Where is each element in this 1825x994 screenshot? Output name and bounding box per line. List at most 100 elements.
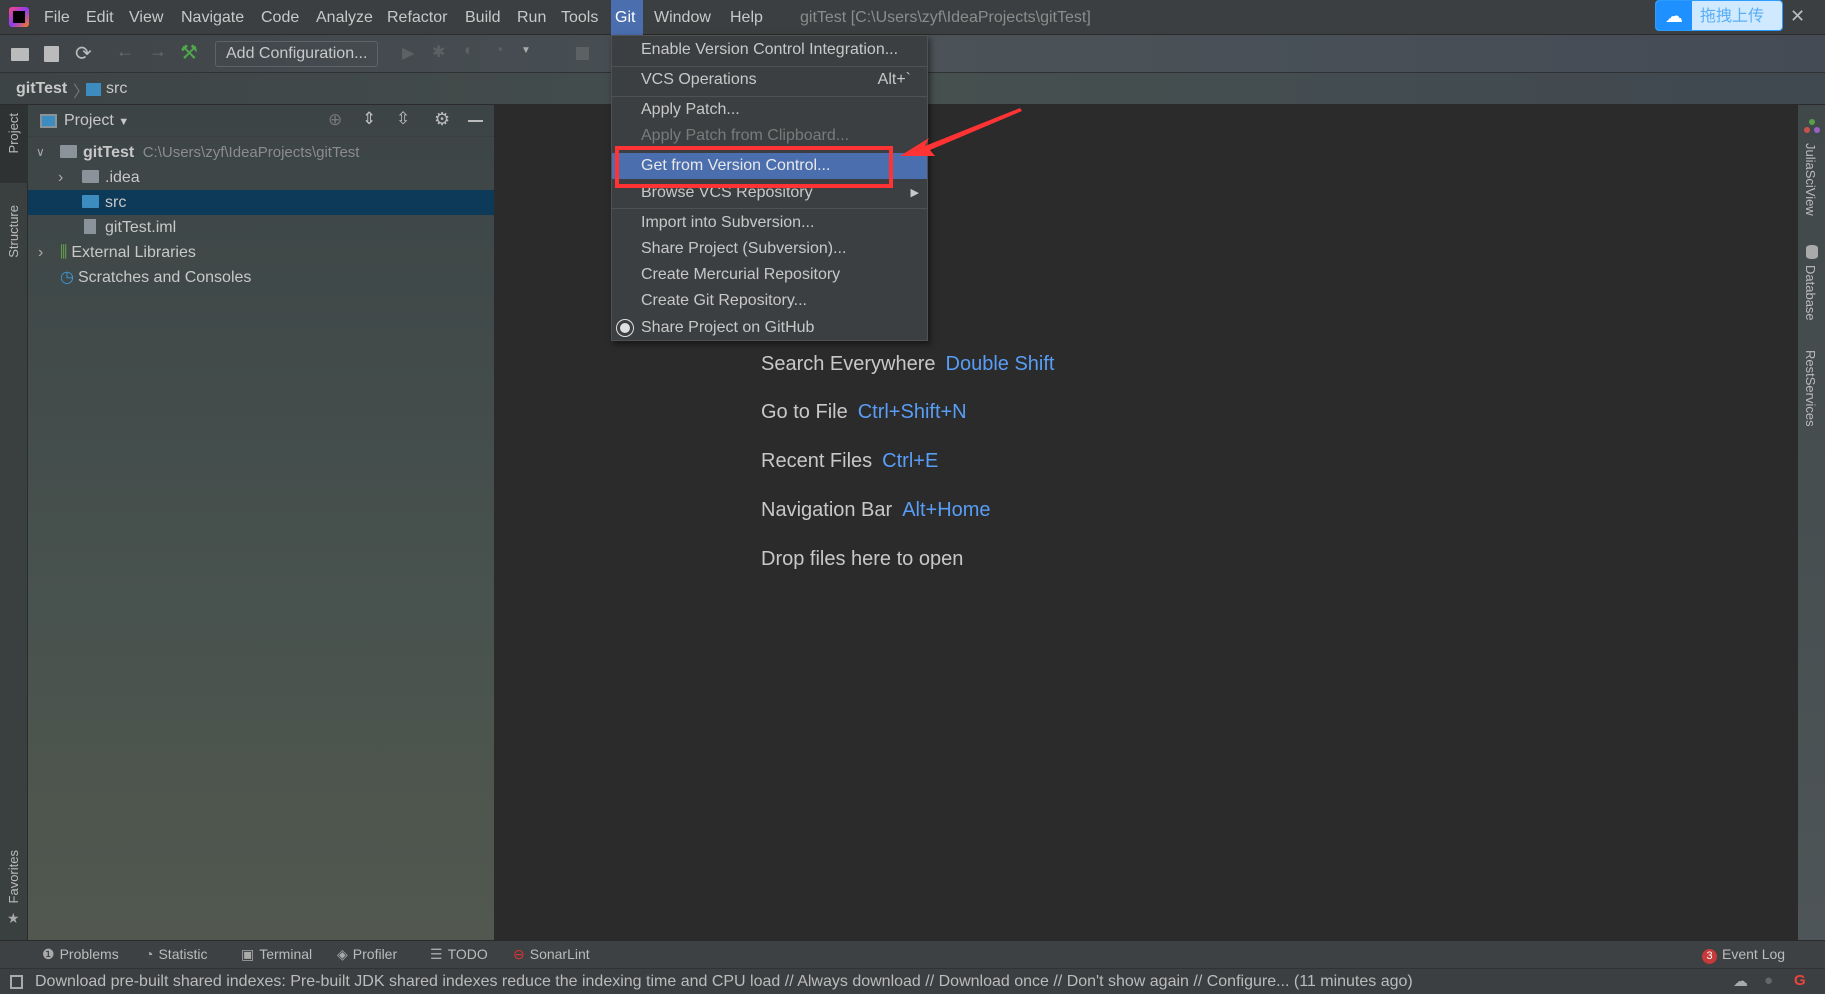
tool-label: Statistic [158, 946, 208, 962]
open-folder-icon[interactable] [11, 48, 29, 61]
source-folder-icon [82, 195, 99, 208]
build-hammer-icon[interactable]: ⚒ [180, 40, 198, 65]
item-label: .idea [105, 169, 140, 186]
hint-shortcut: Ctrl+E [882, 450, 939, 472]
sync-icon[interactable]: ⟳ [75, 41, 92, 66]
menu-item-share-github[interactable]: Share Project on GitHub [612, 315, 927, 341]
status-bar: Download pre-built shared indexes: Pre-b… [0, 968, 1825, 994]
hint-shortcut: Alt+Home [902, 499, 991, 521]
project-view-icon [40, 114, 57, 128]
window-title: gitTest [C:\Users\zyf\IdeaProjects\gitTe… [800, 9, 1091, 26]
annotation-highlight-box [615, 146, 893, 188]
cloud-icon: ☁ [1656, 1, 1692, 30]
run-icon[interactable]: ▶ [402, 43, 414, 63]
layout-toggle-icon[interactable] [10, 975, 23, 989]
root-name: gitTest [83, 144, 135, 161]
debug-icon[interactable]: ✱ [432, 42, 445, 62]
menu-window[interactable]: Window [650, 0, 715, 35]
sonarlint-tool-button[interactable]: ⊖ SonarLint [513, 940, 590, 968]
menu-item-share-subversion[interactable]: Share Project (Subversion)... [612, 236, 927, 262]
item-label: External Libraries [71, 244, 196, 261]
menu-item-create-mercurial[interactable]: Create Mercurial Repository [612, 262, 927, 288]
item-label: Scratches and Consoles [77, 269, 252, 286]
folder-icon [86, 83, 101, 96]
hint-label: Recent Files [761, 450, 873, 472]
expand-all-icon[interactable]: ⇕ [362, 109, 376, 129]
locate-icon[interactable]: ⊕ [328, 110, 342, 130]
tree-item-root[interactable]: ∨ gitTest C:\Users\zyf\IdeaProjects\gitT… [28, 140, 494, 165]
menu-item-enable-vcs-integration[interactable]: Enable Version Control Integration... [612, 37, 927, 63]
problems-tool-button[interactable]: ❶ Problems [42, 940, 119, 968]
project-panel: Project ▼ ⊕ ⇕ ⇳ ⚙ ∨ gitTest C:\Users\zyf… [28, 105, 494, 940]
menu-view[interactable]: View [125, 0, 167, 35]
structure-tool-label[interactable]: Structure [6, 205, 21, 258]
tree-item-idea[interactable]: › .idea [28, 165, 494, 190]
juliasciview-tool-label[interactable]: JuliaSciView [1803, 143, 1818, 216]
save-icon[interactable] [44, 46, 59, 62]
breadcrumb-folder[interactable]: src [106, 80, 127, 98]
item-label: gitTest.iml [105, 219, 177, 236]
item-label: VCS Operations [641, 71, 757, 88]
close-icon[interactable]: ✕ [1790, 6, 1805, 27]
chevron-down-icon: ∨ [36, 145, 45, 159]
gear-icon[interactable]: ⚙ [434, 109, 450, 130]
back-icon[interactable]: ← [116, 41, 134, 62]
menu-code[interactable]: Code [257, 0, 303, 35]
collapse-all-icon[interactable]: ⇳ [396, 109, 410, 129]
menu-tools[interactable]: Tools [557, 0, 602, 35]
statistic-tool-button[interactable]: ◔ Statistic [145, 940, 207, 968]
tree-item-external-libraries[interactable]: › ⫼ External Libraries [28, 240, 494, 265]
event-count-badge: 3 [1702, 949, 1717, 964]
todo-tool-button[interactable]: ☰ TODO [430, 940, 488, 968]
menu-item-import-subversion[interactable]: Import into Subversion... [612, 210, 927, 236]
menu-item-apply-patch[interactable]: Apply Patch... [612, 97, 927, 123]
add-configuration-button[interactable]: Add Configuration... [215, 41, 379, 67]
status-message[interactable]: Download pre-built shared indexes: Pre-b… [35, 973, 1413, 991]
hint-label: Navigation Bar [761, 499, 893, 521]
upload-button[interactable]: ☁ 拖拽上传 [1655, 0, 1783, 31]
profiler-tool-button[interactable]: ◈ Profiler [337, 940, 397, 968]
tree-item-iml[interactable]: gitTest.iml [28, 215, 494, 240]
intellij-logo-icon [9, 7, 29, 27]
project-view-label: Project [64, 112, 114, 129]
tool-label: Problems [59, 946, 119, 962]
coverage-icon[interactable]: ◐ [464, 42, 474, 60]
menu-item-create-git-repository[interactable]: Create Git Repository... [612, 288, 927, 314]
tool-label: TODO [447, 946, 488, 962]
upload-label: 拖拽上传 [1700, 6, 1765, 25]
project-tool-label[interactable]: Project [6, 113, 21, 153]
favorites-tool-label[interactable]: Favorites [6, 850, 21, 903]
menu-build[interactable]: Build [461, 0, 505, 35]
statistic-icon: ◔ [145, 946, 154, 962]
database-tool-label[interactable]: Database [1803, 265, 1818, 321]
minimize-icon[interactable] [468, 120, 483, 122]
event-log-button[interactable]: 3 Event Log [1702, 940, 1785, 968]
profile-icon[interactable]: ◔ [494, 42, 504, 60]
restservices-tool-label[interactable]: RestServices [1803, 350, 1818, 427]
menu-analyze[interactable]: Analyze [312, 0, 377, 35]
menu-navigate[interactable]: Navigate [177, 0, 248, 35]
notification-icon[interactable]: ☁ [1733, 972, 1748, 990]
breadcrumb-project[interactable]: gitTest [16, 80, 67, 98]
hint-shortcut: Double Shift [945, 353, 1055, 375]
inspector-icon[interactable]: ● [1764, 972, 1773, 989]
menu-file[interactable]: File [40, 0, 74, 35]
tree-item-scratches[interactable]: ◷ Scratches and Consoles [28, 265, 494, 290]
julia-icon [1804, 119, 1820, 135]
menu-edit[interactable]: Edit [82, 0, 118, 35]
forward-icon[interactable]: → [149, 41, 167, 62]
google-icon[interactable]: G [1794, 972, 1806, 989]
file-icon [84, 219, 96, 234]
menu-item-vcs-operations[interactable]: VCS Operations Alt+` [612, 67, 927, 93]
terminal-tool-button[interactable]: ▣ Terminal [241, 940, 312, 968]
tree-item-src[interactable]: src [28, 190, 494, 215]
project-view-selector[interactable]: Project ▼ [64, 112, 129, 130]
dropdown-icon[interactable]: ▼ [521, 45, 531, 56]
menu-refactor[interactable]: Refactor [383, 0, 451, 35]
tool-label: Profiler [352, 946, 398, 962]
menu-run[interactable]: Run [513, 0, 550, 35]
menu-help[interactable]: Help [726, 0, 767, 35]
stop-icon[interactable] [576, 47, 589, 60]
menu-git[interactable]: Git [611, 0, 643, 35]
hint-shortcut: Ctrl+Shift+N [857, 401, 967, 423]
